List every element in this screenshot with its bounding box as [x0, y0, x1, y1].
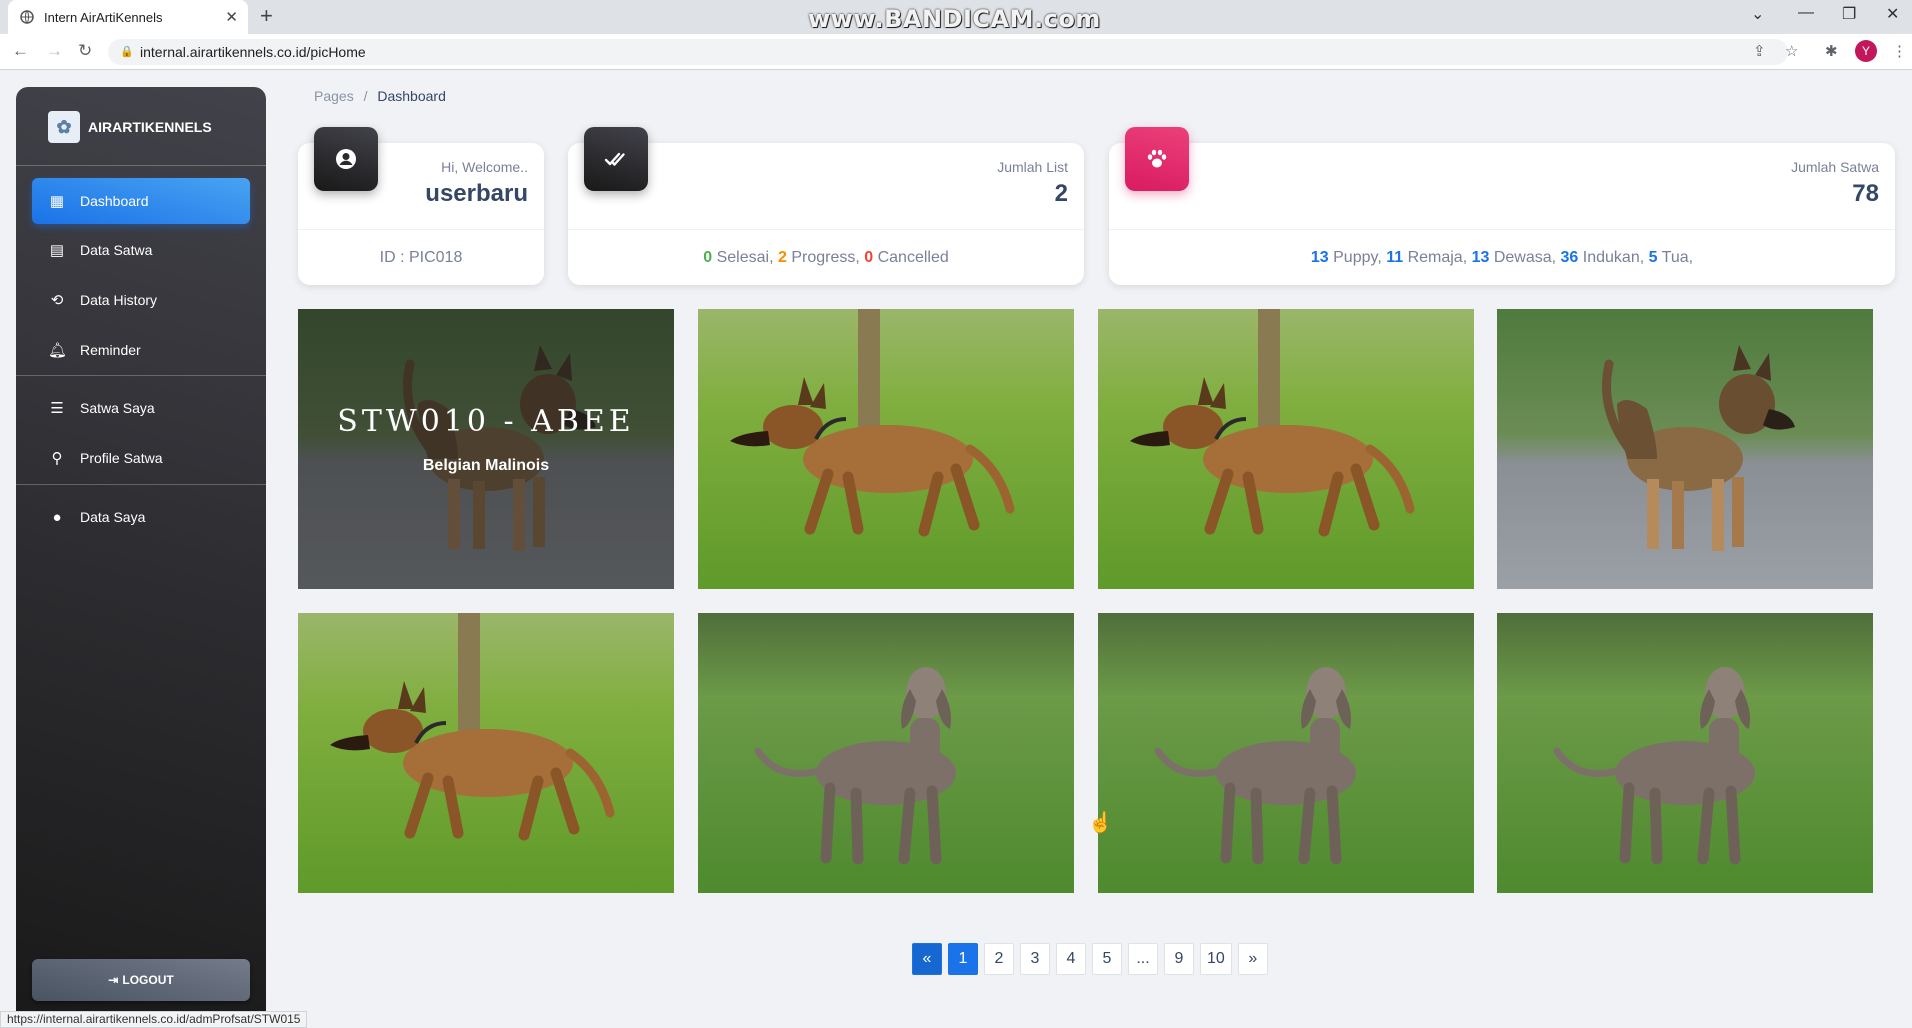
- breadcrumb-root[interactable]: Pages: [314, 88, 354, 104]
- photo-hover-overlay[interactable]: STW010 - ABEE Belgian Malinois: [298, 309, 674, 589]
- reload-icon[interactable]: ↻: [78, 41, 92, 61]
- divider: [16, 165, 266, 166]
- star-icon[interactable]: ☆: [1785, 42, 1798, 60]
- animal-code-name: STW010 - ABEE: [337, 403, 635, 439]
- animal-photo-card[interactable]: [698, 613, 1074, 893]
- status-bar-url: https://internal.airartikennels.co.id/ad…: [0, 1011, 308, 1028]
- welcome-label: Hi, Welcome..: [441, 159, 528, 175]
- paw-icon: [1125, 127, 1189, 191]
- sidebar-item-data-history[interactable]: ⟲ Data History: [32, 277, 250, 323]
- animal-photo-card[interactable]: STW010 - ABEE Belgian Malinois: [298, 309, 674, 589]
- animal-breed: Belgian Malinois: [422, 456, 550, 474]
- animal-count-card: Jumlah Satwa 78 13 Puppy, 11 Remaja, 13 …: [1109, 127, 1895, 285]
- animal-count-value: 78: [1852, 180, 1879, 207]
- history-icon: ⟲: [50, 292, 64, 309]
- back-icon[interactable]: ←: [12, 41, 29, 61]
- new-tab-icon[interactable]: +: [260, 4, 273, 28]
- menu-dots-icon[interactable]: ⋮: [1892, 42, 1907, 60]
- logout-button[interactable]: ⇥ LOGOUT: [32, 959, 250, 1001]
- minimize-icon[interactable]: —: [1798, 4, 1814, 22]
- user-circle-icon: ●: [52, 508, 62, 526]
- user-id: ID : PIC018: [298, 229, 544, 285]
- page-5[interactable]: 5: [1092, 943, 1122, 975]
- animal-photo-card[interactable]: [1098, 613, 1474, 893]
- welcome-card: Hi, Welcome.. userbaru ID : PIC018: [298, 127, 544, 285]
- globe-icon: [20, 10, 34, 24]
- share-icon[interactable]: ⇪: [1753, 42, 1766, 60]
- done-all-icon: [584, 127, 648, 191]
- breadcrumb: Pages / Dashboard: [314, 88, 446, 104]
- hand-cursor-icon: ☝: [1088, 812, 1113, 834]
- restore-icon[interactable]: ❐: [1842, 4, 1856, 24]
- divider: [16, 375, 266, 376]
- browser-tab[interactable]: Intern AirArtiKennels ✕: [8, 0, 248, 34]
- url-field[interactable]: 🔒 internal.airartikennels.co.id/picHome: [108, 39, 1788, 65]
- breadcrumb-current: Dashboard: [377, 88, 446, 104]
- page-2[interactable]: 2: [984, 943, 1014, 975]
- bell-icon: 🔔︎: [48, 342, 68, 359]
- sidebar: ✿ AIRARTIKENNELS ▦ Dashboard ▤ Data Satw…: [16, 87, 266, 1028]
- animal-photo-card[interactable]: [1497, 309, 1873, 589]
- tab-title: Intern AirArtiKennels: [44, 9, 163, 25]
- page-1[interactable]: 1: [948, 943, 978, 975]
- recorder-watermark: www.BANDICAM.com: [808, 5, 1101, 33]
- divider: [16, 484, 266, 485]
- close-tab-icon[interactable]: ✕: [225, 8, 238, 26]
- list-count-card: Jumlah List 2 0 Selesai, 2 Progress, 0 C…: [568, 127, 1084, 285]
- sidebar-item-data-saya[interactable]: ● Data Saya: [32, 494, 250, 540]
- sidebar-item-dashboard[interactable]: ▦ Dashboard: [32, 178, 250, 224]
- sidebar-item-satwa-saya[interactable]: ☰ Satwa Saya: [32, 385, 250, 431]
- brand-name: AIRARTIKENNELS: [88, 119, 212, 135]
- search-icon: ⚲: [51, 450, 63, 467]
- kennel-logo-icon: ✿: [48, 111, 80, 143]
- list-icon: ☰: [50, 400, 64, 417]
- pagination: « 1 2 3 4 5 ... 9 10 »: [912, 943, 1268, 975]
- sign-out-icon: ⇥: [108, 973, 119, 987]
- profile-avatar[interactable]: Y: [1855, 40, 1877, 62]
- page-prev[interactable]: «: [912, 943, 942, 975]
- list-count-value: 2: [1054, 180, 1068, 207]
- tab-search-icon[interactable]: ⌄: [1751, 4, 1764, 24]
- lock-icon: 🔒: [120, 46, 134, 58]
- page-10[interactable]: 10: [1200, 943, 1232, 975]
- list-status-summary: 0 Selesai, 2 Progress, 0 Cancelled: [568, 229, 1084, 285]
- page-ellipsis: ...: [1128, 943, 1158, 975]
- dashboard-icon: ▦: [49, 193, 65, 210]
- brand[interactable]: ✿ AIRARTIKENNELS: [48, 111, 212, 143]
- animal-photo-card[interactable]: [298, 613, 674, 893]
- page-3[interactable]: 3: [1020, 943, 1050, 975]
- user-icon: [314, 127, 378, 191]
- sidebar-item-data-satwa[interactable]: ▤ Data Satwa: [32, 227, 250, 273]
- address-bar-row: ← → ↻ 🔒 internal.airartikennels.co.id/pi…: [0, 34, 1912, 70]
- extensions-icon[interactable]: ✱: [1825, 42, 1838, 60]
- animal-age-summary: 13 Puppy, 11 Remaja, 13 Dewasa, 36 Induk…: [1109, 229, 1895, 285]
- page-9[interactable]: 9: [1164, 943, 1194, 975]
- page-4[interactable]: 4: [1056, 943, 1086, 975]
- table-icon: ▤: [49, 242, 65, 259]
- animal-photo-card[interactable]: [1098, 309, 1474, 589]
- animal-photo-card[interactable]: [1497, 613, 1873, 893]
- username: userbaru: [425, 180, 528, 207]
- browser-tabbar: Intern AirArtiKennels ✕ + www.BANDICAM.c…: [0, 0, 1912, 34]
- sidebar-item-profile-satwa[interactable]: ⚲ Profile Satwa: [32, 435, 250, 481]
- page-next[interactable]: »: [1237, 943, 1268, 975]
- forward-icon[interactable]: →: [46, 41, 63, 61]
- sidebar-item-reminder[interactable]: 🔔︎ Reminder: [32, 327, 250, 373]
- animal-photo-card[interactable]: [698, 309, 1074, 589]
- list-count-label: Jumlah List: [997, 159, 1068, 175]
- animal-count-label: Jumlah Satwa: [1791, 159, 1879, 175]
- close-window-icon[interactable]: ✕: [1886, 4, 1899, 24]
